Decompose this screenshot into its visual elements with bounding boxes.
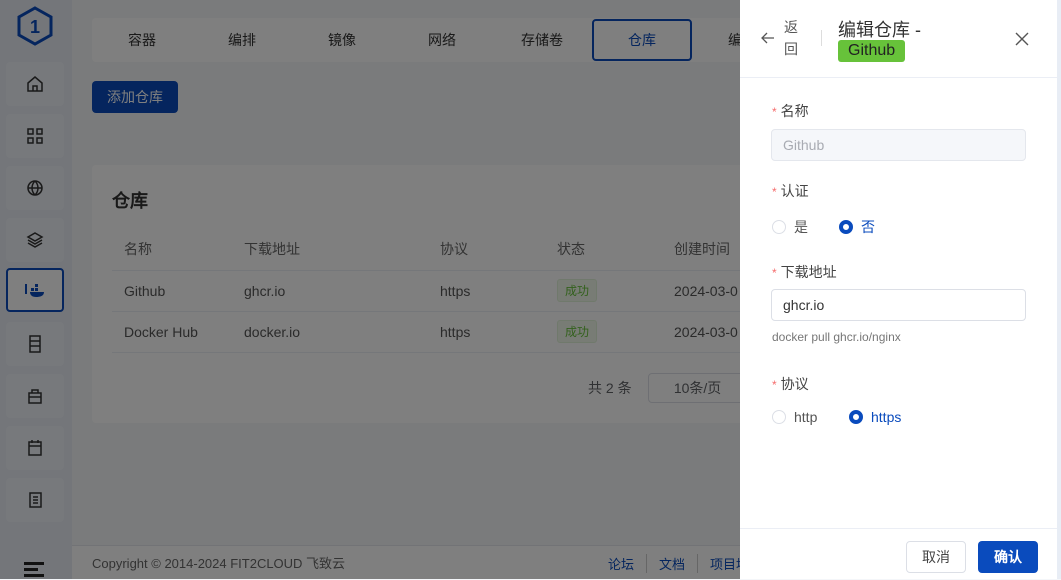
repo-name-tag: Github (838, 40, 906, 62)
confirm-button[interactable]: 确认 (978, 541, 1038, 573)
protocol-radio-http[interactable]: http (772, 409, 817, 425)
arrow-left-icon (761, 32, 774, 44)
drawer-header: 返回 编辑仓库 - Github (740, 0, 1057, 78)
back-label: 返 (784, 19, 798, 35)
auth-radio-no[interactable]: 否 (839, 217, 875, 237)
edit-repo-drawer: 返回 编辑仓库 - Github * 名称 Github * 认证 是 否 * 下载地… (740, 0, 1061, 579)
drawer-title: 编辑仓库 - (838, 20, 921, 40)
protocol-label: * 协议 (772, 376, 809, 392)
url-input[interactable]: ghcr.io (771, 289, 1026, 321)
cancel-button[interactable]: 取消 (906, 541, 966, 573)
close-icon[interactable] (1012, 29, 1032, 49)
protocol-radio-https[interactable]: https (849, 409, 901, 425)
drawer-footer: 取消 确认 (740, 528, 1057, 579)
name-label: * 名称 (772, 103, 809, 119)
back-label: 回 (784, 41, 798, 57)
auth-label: * 认证 (772, 183, 809, 199)
auth-radio-yes[interactable]: 是 (772, 217, 808, 237)
divider (821, 30, 822, 46)
back-button[interactable]: 返回 (760, 16, 800, 60)
name-input[interactable]: Github (771, 129, 1026, 161)
modal-overlay[interactable] (0, 0, 740, 579)
url-label: * 下载地址 (772, 264, 837, 280)
url-hint: docker pull ghcr.io/nginx (772, 330, 901, 344)
